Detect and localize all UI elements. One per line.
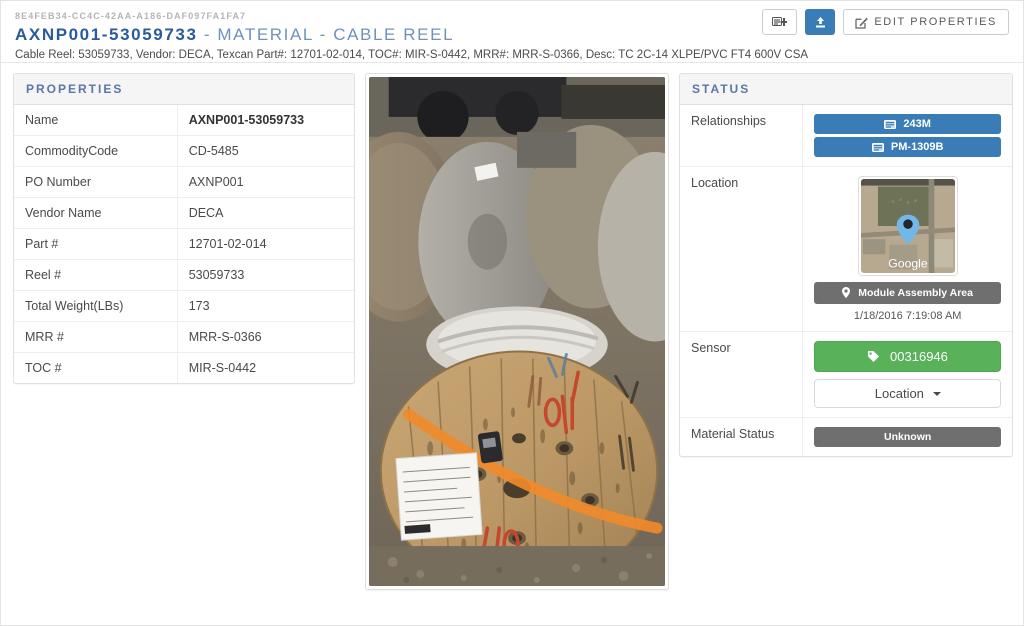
property-value: CD-5485	[177, 135, 354, 167]
location-timestamp: 1/18/2016 7:19:08 AM	[853, 310, 962, 322]
properties-column: PROPERTIES Name AXNP001-53059733 Commodi…	[13, 73, 355, 613]
satellite-map-image: Google	[860, 179, 955, 273]
status-table-body: Relationships 243M PM-1309B Location Goo…	[680, 105, 1012, 456]
table-row: Part # 12701-02-014	[14, 228, 354, 260]
page-title-sub: - MATERIAL - CABLE REEL	[197, 25, 455, 44]
table-row: PO Number AXNP001	[14, 166, 354, 198]
page-subtitle: Cable Reel: 53059733, Vendor: DECA, Texc…	[15, 49, 809, 61]
sensor-tag-label: 00316946	[890, 349, 948, 364]
material-detail-page: 8E4FEB34-CC4C-42AA-A186-DAF097FA1FA7 AXN…	[0, 0, 1024, 626]
edit-square-icon	[855, 16, 869, 29]
table-row: MRR # MRR-S-0366	[14, 321, 354, 353]
relationship-button-243m[interactable]: 243M	[814, 114, 1001, 134]
location-label: Location	[680, 166, 804, 332]
chevron-down-icon	[932, 392, 941, 396]
table-row: Total Weight(LBs) 173	[14, 290, 354, 322]
properties-table: Name AXNP001-53059733 CommodityCode CD-5…	[14, 105, 354, 383]
location-value: Google Module Assembly Area 1/18/2016 7:…	[802, 166, 1012, 332]
sensor-location-dropdown[interactable]: Location	[814, 379, 1001, 408]
property-key: Part #	[14, 228, 178, 260]
property-value: 173	[177, 290, 354, 322]
upload-button[interactable]	[805, 9, 836, 35]
location-map-wrapper: Google Module Assembly Area 1/18/2016 7:…	[814, 176, 1001, 322]
property-value: 53059733	[177, 259, 354, 291]
property-value: AXNP001	[177, 166, 354, 198]
material-status-label: Material Status	[680, 417, 804, 456]
property-key: TOC #	[14, 352, 178, 383]
table-row: TOC # MIR-S-0442	[14, 352, 354, 383]
page-header: 8E4FEB34-CC4C-42AA-A186-DAF097FA1FA7 AXN…	[1, 1, 1023, 63]
status-panel: STATUS Relationships 243M PM-1309B Locat…	[679, 73, 1013, 457]
add-note-button[interactable]	[762, 9, 798, 35]
material-photo-frame[interactable]	[365, 73, 669, 590]
material-photo	[369, 77, 665, 586]
cable-reel-photo-illustration	[369, 77, 665, 586]
status-row-relationships: Relationships 243M PM-1309B	[680, 105, 1012, 167]
map-pin-icon	[842, 287, 851, 298]
property-value: 12701-02-014	[177, 228, 354, 260]
id-card-icon	[871, 143, 884, 152]
property-value: MIR-S-0442	[177, 352, 354, 383]
properties-table-body: Name AXNP001-53059733 CommodityCode CD-5…	[14, 105, 354, 383]
relationships-label: Relationships	[680, 105, 804, 167]
status-panel-title: STATUS	[680, 74, 1012, 105]
page-content: PROPERTIES Name AXNP001-53059733 Commodi…	[1, 63, 1023, 625]
property-key: Vendor Name	[14, 197, 178, 229]
table-row: Reel # 53059733	[14, 259, 354, 291]
page-title-main: AXNP001-53059733	[15, 25, 198, 44]
status-row-material-status: Material Status Unknown	[680, 417, 1012, 456]
status-table: Relationships 243M PM-1309B Location Goo…	[680, 105, 1012, 456]
properties-panel: PROPERTIES Name AXNP001-53059733 Commodi…	[13, 73, 355, 384]
property-key: Reel #	[14, 259, 178, 291]
list-add-icon	[772, 16, 788, 28]
property-value: MRR-S-0366	[177, 321, 354, 353]
material-status-value: Unknown	[802, 417, 1012, 456]
property-key: Total Weight(LBs)	[14, 290, 178, 322]
map-watermark: Google	[888, 256, 928, 270]
sensor-value: 00316946 Location	[802, 331, 1012, 418]
table-row: CommodityCode CD-5485	[14, 135, 354, 167]
status-column: STATUS Relationships 243M PM-1309B Locat…	[679, 73, 1013, 613]
sensor-tag-button[interactable]: 00316946	[814, 341, 1001, 372]
status-row-location: Location Google Module Assembly Area 1/1…	[680, 166, 1012, 332]
table-row: Name AXNP001-53059733	[14, 105, 354, 136]
sensor-label: Sensor	[680, 331, 804, 418]
sensor-dropdown-label: Location	[874, 386, 924, 401]
relationship-label: PM-1309B	[890, 141, 944, 153]
status-badge: Unknown	[814, 427, 1001, 447]
property-key: MRR #	[14, 321, 178, 353]
photo-column	[365, 73, 669, 613]
status-row-sensor: Sensor 00316946 Location	[680, 331, 1012, 418]
table-row: Vendor Name DECA	[14, 197, 354, 229]
properties-panel-title: PROPERTIES	[14, 74, 354, 105]
relationships-value: 243M PM-1309B	[803, 105, 1012, 167]
property-key: CommodityCode	[14, 135, 178, 167]
id-card-icon	[884, 120, 897, 129]
edit-properties-button[interactable]: EDIT PROPERTIES	[843, 9, 1009, 35]
upload-icon	[814, 16, 827, 29]
location-area-badge[interactable]: Module Assembly Area	[814, 282, 1001, 304]
location-area-label: Module Assembly Area	[858, 287, 973, 299]
header-actions: EDIT PROPERTIES	[762, 9, 1009, 35]
edit-properties-label: EDIT PROPERTIES	[874, 16, 997, 28]
location-map-thumbnail[interactable]: Google	[857, 176, 958, 276]
tag-icon	[867, 350, 880, 363]
property-key: Name	[14, 105, 178, 136]
relationship-label: 243M	[903, 118, 931, 130]
property-value: DECA	[177, 197, 354, 229]
relationship-button-pm-1309b[interactable]: PM-1309B	[814, 137, 1001, 157]
property-value: AXNP001-53059733	[188, 113, 305, 127]
property-key: PO Number	[14, 166, 178, 198]
